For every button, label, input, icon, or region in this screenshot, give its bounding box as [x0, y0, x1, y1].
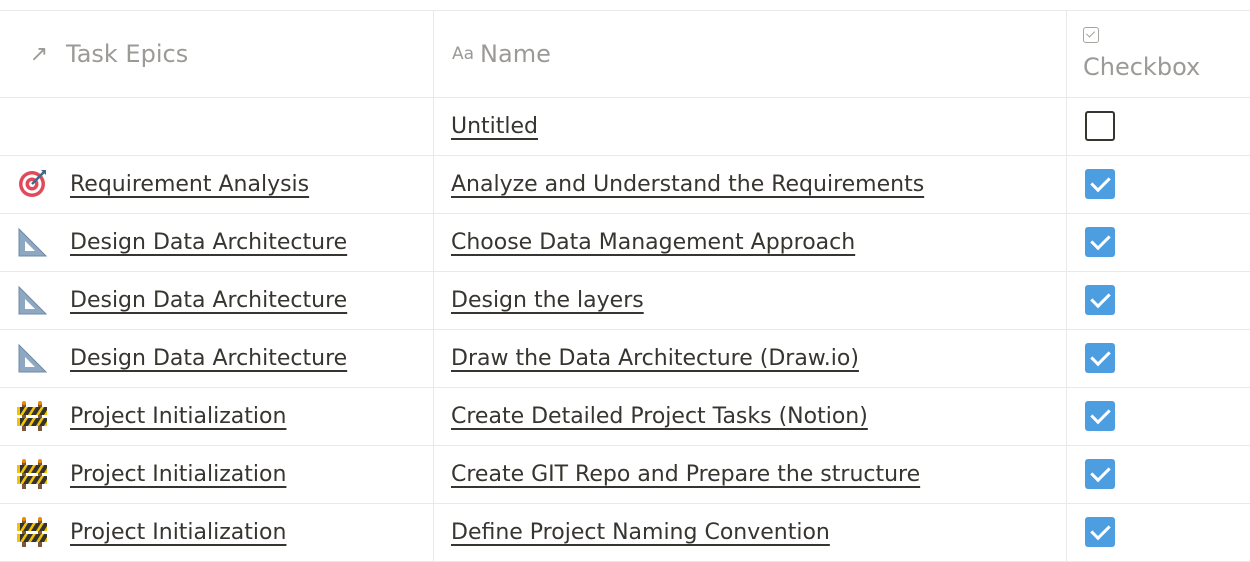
construction-barrier-icon	[14, 456, 50, 492]
column-header-checkbox[interactable]: Checkbox	[1066, 11, 1250, 97]
task-name-link[interactable]: Analyze and Understand the Requirements	[451, 172, 924, 197]
cell-name[interactable]: Analyze and Understand the Requirements	[433, 155, 1066, 213]
table-header: ↗ Task Epics Aa Name Checkbox	[0, 10, 1250, 98]
column-header-name[interactable]: Aa Name	[433, 11, 1066, 97]
cell-task-epic[interactable]: Design Data Architecture	[0, 271, 433, 329]
cell-checkbox[interactable]	[1066, 213, 1250, 271]
table-row[interactable]: Project Initialization Create GIT Repo a…	[0, 445, 1250, 504]
checkbox-checked[interactable]	[1085, 285, 1115, 315]
column-header-label: Task Epics	[66, 40, 189, 68]
checkbox-type-icon	[1083, 27, 1099, 43]
cell-checkbox[interactable]	[1066, 503, 1250, 561]
checkbox-checked[interactable]	[1085, 169, 1115, 199]
table-row[interactable]: Project Initialization Create Detailed P…	[0, 387, 1250, 446]
table-row[interactable]: Untitled	[0, 97, 1250, 156]
task-name-link[interactable]: Create Detailed Project Tasks (Notion)	[451, 404, 868, 429]
table-row[interactable]: Requirement Analysis Analyze and Underst…	[0, 155, 1250, 214]
cell-name[interactable]: Choose Data Management Approach	[433, 213, 1066, 271]
construction-barrier-icon	[14, 398, 50, 434]
cell-name[interactable]: Untitled	[433, 97, 1066, 155]
checkbox-checked[interactable]	[1085, 401, 1115, 431]
triangular-ruler-icon	[14, 340, 50, 376]
table-row[interactable]: Design Data Architecture Draw the Data A…	[0, 329, 1250, 388]
text-type-icon: Aa	[452, 44, 475, 64]
target-icon	[14, 166, 50, 202]
epic-link[interactable]: Design Data Architecture	[70, 346, 347, 371]
cell-name[interactable]: Define Project Naming Convention	[433, 503, 1066, 561]
cell-checkbox[interactable]	[1066, 271, 1250, 329]
table-row[interactable]: Project Initialization Define Project Na…	[0, 503, 1250, 562]
checkbox-checked[interactable]	[1085, 517, 1115, 547]
epic-link[interactable]: Design Data Architecture	[70, 230, 347, 255]
task-name-link[interactable]: Untitled	[451, 114, 538, 139]
cell-checkbox[interactable]	[1066, 387, 1250, 445]
epic-link[interactable]: Project Initialization	[70, 520, 286, 545]
cell-checkbox[interactable]	[1066, 155, 1250, 213]
epic-link[interactable]: Requirement Analysis	[70, 172, 309, 197]
table-row[interactable]: Design Data Architecture Choose Data Man…	[0, 213, 1250, 272]
task-name-link[interactable]: Design the layers	[451, 288, 644, 313]
cell-name[interactable]: Create GIT Repo and Prepare the structur…	[433, 445, 1066, 503]
construction-barrier-icon	[14, 514, 50, 550]
cell-name[interactable]: Create Detailed Project Tasks (Notion)	[433, 387, 1066, 445]
cell-task-epic[interactable]: Project Initialization	[0, 445, 433, 503]
cell-task-epic[interactable]: Project Initialization	[0, 387, 433, 445]
checkbox-checked[interactable]	[1085, 227, 1115, 257]
cell-task-epic[interactable]: Design Data Architecture	[0, 329, 433, 387]
table-row[interactable]: Design Data Architecture Design the laye…	[0, 271, 1250, 330]
cell-checkbox[interactable]	[1066, 445, 1250, 503]
cell-task-epic[interactable]	[0, 97, 433, 155]
task-name-link[interactable]: Choose Data Management Approach	[451, 230, 855, 255]
cell-task-epic[interactable]: Design Data Architecture	[0, 213, 433, 271]
column-header-label: Checkbox	[1083, 53, 1201, 81]
cell-checkbox[interactable]	[1066, 329, 1250, 387]
checkbox-unchecked[interactable]	[1085, 111, 1115, 141]
cell-name[interactable]: Design the layers	[433, 271, 1066, 329]
task-name-link[interactable]: Define Project Naming Convention	[451, 520, 830, 545]
column-header-label: Name	[480, 40, 551, 68]
triangular-ruler-icon	[14, 224, 50, 260]
column-header-task-epics[interactable]: ↗ Task Epics	[0, 11, 433, 97]
checkbox-checked[interactable]	[1085, 343, 1115, 373]
task-name-link[interactable]: Draw the Data Architecture (Draw.io)	[451, 346, 859, 371]
epic-link[interactable]: Design Data Architecture	[70, 288, 347, 313]
task-name-link[interactable]: Create GIT Repo and Prepare the structur…	[451, 462, 920, 487]
epic-link[interactable]: Project Initialization	[70, 462, 286, 487]
triangular-ruler-icon	[14, 282, 50, 318]
checkbox-checked[interactable]	[1085, 459, 1115, 489]
cell-task-epic[interactable]: Project Initialization	[0, 503, 433, 561]
cell-task-epic[interactable]: Requirement Analysis	[0, 155, 433, 213]
cell-name[interactable]: Draw the Data Architecture (Draw.io)	[433, 329, 1066, 387]
epic-link[interactable]: Project Initialization	[70, 404, 286, 429]
relation-arrow-icon: ↗	[29, 41, 49, 67]
cell-checkbox[interactable]	[1066, 97, 1250, 155]
